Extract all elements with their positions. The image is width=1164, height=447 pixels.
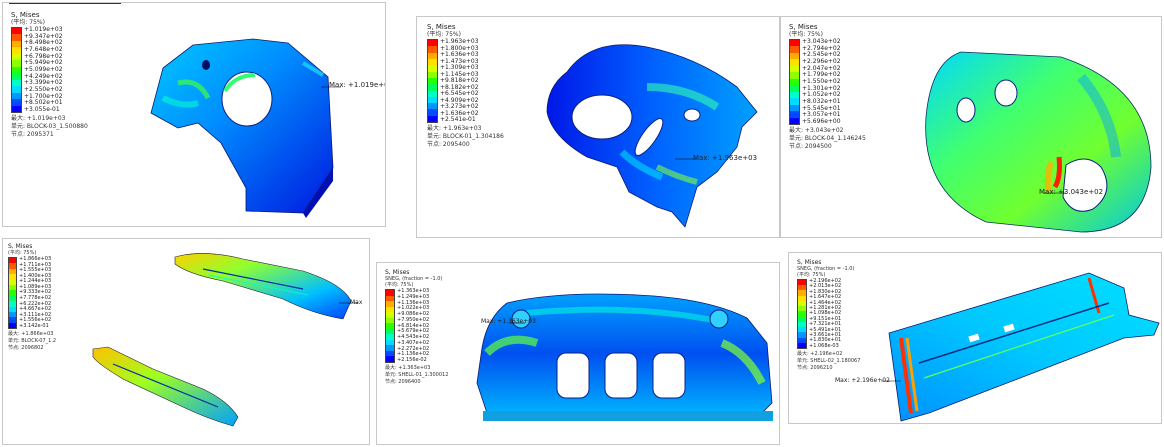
legend-color-swatch bbox=[386, 356, 394, 362]
legend-info-line: 最大: +1.363e+03 bbox=[385, 365, 431, 371]
legend-color-swatch bbox=[428, 115, 437, 123]
legend-info-line: 最大: +1.866e+03 bbox=[8, 331, 54, 337]
legend-labels: +1.866e+03 +1.711e+03 +1.555e+03 +1.400e… bbox=[19, 257, 51, 329]
legend-info-line: 最大: +1.019e+03 bbox=[11, 115, 66, 122]
legend-title: S, Mises bbox=[797, 259, 822, 266]
legend-colorbar bbox=[789, 39, 800, 125]
legend-colorbar bbox=[797, 279, 807, 349]
contour-legend: S, Mises (平均: 75%) +1.019e+03 +9.347e+02… bbox=[11, 11, 88, 139]
legend-labels: +1.963e+03 +1.800e+03 +1.636e+03 +1.473e… bbox=[440, 39, 479, 123]
legend-subtitle: (平均: 75%) bbox=[427, 31, 461, 38]
legend-info-line: 单元: BLOCK-03_1.500880 bbox=[11, 123, 88, 130]
legend-info-line: 节点: 2094500 bbox=[789, 143, 832, 150]
legend-value: +1.068e-03 bbox=[809, 342, 839, 349]
contour-legend: S, Mises (平均: 75%) +1.963e+03 +1.800e+03… bbox=[427, 23, 504, 149]
legend-color-swatch bbox=[790, 117, 799, 125]
legend-info-line: 单元: BLOCK-07_1.2 bbox=[8, 338, 57, 344]
legend-info-line: 节点: 2096802 bbox=[8, 345, 44, 351]
legend-value: +2.541e-01 bbox=[440, 116, 476, 123]
legend-info-line: 节点: 2095371 bbox=[11, 131, 54, 138]
legend-labels: +3.043e+02 +2.794e+02 +2.545e+02 +2.296e… bbox=[802, 39, 841, 125]
legend-labels: +1.019e+03 +9.347e+02 +8.498e+02 +7.648e… bbox=[24, 27, 63, 113]
legend-info-line: 最大: +3.043e+02 bbox=[789, 127, 844, 134]
legend-title: S, Mises bbox=[385, 269, 410, 276]
legend-info: 最大: +1.963e+03 单元: BLOCK-01_1.304186 节点:… bbox=[427, 125, 504, 149]
legend-info-line: 节点: 2096210 bbox=[797, 365, 833, 371]
legend-colorbar bbox=[427, 39, 438, 123]
fea-model-beam bbox=[92, 253, 358, 427]
contour-panel-bracket: Max: +1.019e+03 S, Mises (平均: 75%) +1.01… bbox=[2, 2, 386, 227]
legend-title: S, Mises bbox=[789, 23, 818, 31]
max-annotation: Max: +2.196e+02 bbox=[835, 377, 890, 384]
contour-legend: S, Mises SNEG, (fraction = -1.0) (平均: 75… bbox=[385, 269, 448, 386]
legend-info-line: 最大: +1.963e+03 bbox=[427, 125, 482, 132]
legend-value: +2.156e-02 bbox=[397, 357, 427, 363]
legend-info: 最大: +1.363e+03 单元: SHELL-01_1.300012 节点:… bbox=[385, 365, 448, 386]
contour-legend: S, Mises SNEG, (fraction = -1.0) (平均: 75… bbox=[797, 259, 860, 372]
max-annotation: Max: +1.963e+03 bbox=[693, 154, 758, 162]
legend-value: +3.407e+02 bbox=[397, 339, 430, 346]
legend-subtitle: (平均: 75%) bbox=[11, 19, 45, 26]
legend-value: +5.696e+00 bbox=[802, 117, 841, 125]
legend-info-line: 单元: SHELL-02_1.180067 bbox=[797, 358, 861, 364]
contour-legend: S, Mises (平均: 75%) +3.043e+02 +2.794e+02… bbox=[789, 23, 866, 151]
legend-value: +1.249e+03 bbox=[397, 293, 430, 300]
max-annotation: Max bbox=[350, 299, 363, 306]
contour-panel-holes: Max: +1.363e+03 S, Mises SNEG, (fraction… bbox=[376, 262, 780, 445]
legend-info: 最大: +1.019e+03 单元: BLOCK-03_1.500880 节点:… bbox=[11, 115, 88, 139]
legend-colorbar bbox=[8, 257, 17, 329]
contour-panel-beam: Max S, Mises (平均: 75%) +1.866e+03 +1.711… bbox=[2, 238, 370, 445]
legend-info-line: 单元: BLOCK-04_1.146245 bbox=[789, 135, 866, 142]
max-annotation: Max: +3.043e+02 bbox=[1039, 188, 1104, 196]
legend-title: S, Mises bbox=[11, 11, 40, 19]
legend-color-swatch bbox=[9, 322, 16, 329]
legend-color-swatch bbox=[12, 105, 21, 113]
legend-info-line: 单元: SHELL-01_1.300012 bbox=[385, 372, 449, 378]
legend-info-line: 单元: BLOCK-01_1.304186 bbox=[427, 133, 504, 140]
legend-info: 最大: +3.043e+02 单元: BLOCK-04_1.146245 节点:… bbox=[789, 127, 866, 151]
legend-title: S, Mises bbox=[427, 23, 456, 31]
legend-value: +8.032e+01 bbox=[802, 97, 841, 105]
legend-labels: +2.196e+02 +2.013e+02 +1.830e+02 +1.647e… bbox=[809, 279, 841, 349]
legend-colorbar bbox=[11, 27, 22, 113]
legend-info: 最大: +1.866e+03 单元: BLOCK-07_1.2 节点: 2096… bbox=[8, 331, 56, 352]
legend-info-line: 节点: 2095400 bbox=[427, 141, 470, 148]
contour-legend: S, Mises (平均: 75%) +1.866e+03 +1.711e+03… bbox=[8, 243, 56, 352]
legend-info: 最大: +2.196e+02 单元: SHELL-02_1.180067 节点:… bbox=[797, 351, 860, 372]
legend-subtitle: (平均: 75%) bbox=[789, 31, 823, 38]
legend-info-line: 最大: +2.196e+02 bbox=[797, 351, 843, 357]
max-annotation: Max: +1.363e+03 bbox=[481, 318, 536, 325]
legend-value: +3.055e-01 bbox=[24, 105, 60, 113]
legend-title: S, Mises bbox=[8, 243, 33, 250]
legend-info-line: 节点: 2096400 bbox=[385, 379, 421, 385]
contour-panel-flat-plate: Max: +3.043e+02 S, Mises (平均: 75%) +3.04… bbox=[780, 16, 1162, 238]
legend-value: +2.550e+02 bbox=[24, 85, 63, 93]
legend-value: +3.142e-01 bbox=[19, 322, 49, 329]
contour-panel-long-channel: Max: +2.196e+02 S, Mises SNEG, (fraction… bbox=[788, 252, 1162, 424]
contour-panel-cam-plate: Max: +1.963e+03 S, Mises (平均: 75%) +1.96… bbox=[416, 16, 780, 238]
legend-value: +7.950e+02 bbox=[397, 316, 430, 323]
legend-color-swatch bbox=[798, 342, 806, 349]
max-annotation: Max: +1.019e+03 bbox=[329, 81, 385, 89]
legend-labels: +1.363e+03 +1.249e+03 +1.136e+03 +1.022e… bbox=[397, 289, 429, 363]
legend-colorbar bbox=[385, 289, 395, 363]
